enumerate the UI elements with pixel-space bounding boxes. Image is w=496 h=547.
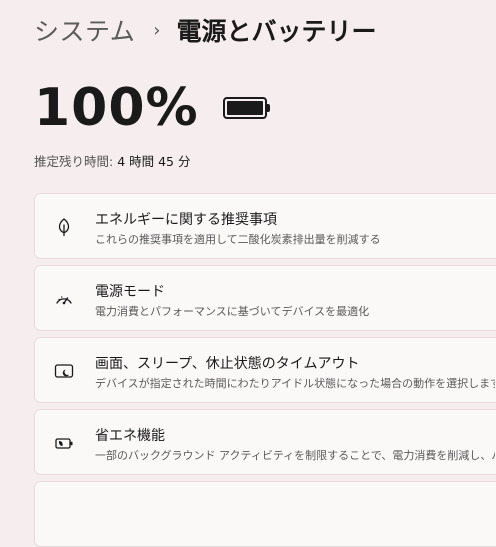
breadcrumb-system-link[interactable]: システム <box>34 12 135 48</box>
page-title: 電源とバッテリー <box>176 17 377 46</box>
screen-sleep-icon <box>53 360 75 382</box>
next-settings-card[interactable] <box>34 481 496 547</box>
energy-recommendations-description: これらの推奨事項を適用して二酸化炭素排出量を削減する <box>95 233 381 246</box>
screen-sleep-timeout-card[interactable]: 画面、スリープ、休止状態のタイムアウト デバイスが指定された時間にわたりアイドル… <box>34 337 496 403</box>
screen-sleep-timeout-title: 画面、スリープ、休止状態のタイムアウト <box>95 356 360 372</box>
battery-saver-icon <box>53 432 75 454</box>
energy-recommendations-card[interactable]: エネルギーに関する推奨事項 これらの推奨事項を適用して二酸化炭素排出量を削減する <box>34 193 496 259</box>
breadcrumb: システム › 電源とバッテリー <box>34 10 376 50</box>
remaining-time-value: 4 時間 45 分 <box>117 154 191 169</box>
screen-sleep-timeout-description: デバイスが指定された時間にわたりアイドル状態になった場合の動作を選択します <box>95 377 495 390</box>
energy-saver-title: 省エネ機能 <box>95 428 165 444</box>
gauge-icon <box>53 288 75 310</box>
leaf-icon <box>53 216 75 238</box>
energy-saver-description: 一部のバックグラウンド アクティビティを制限することで、電力消費を削減し、バッテ… <box>95 449 495 462</box>
energy-recommendations-title: エネルギーに関する推奨事項 <box>95 212 277 228</box>
battery-percent: 100% <box>34 78 199 138</box>
power-mode-description: 電力消費とパフォーマンスに基づいてデバイスを最適化 <box>95 305 370 318</box>
estimated-remaining-time: 推定残り時間: 4 時間 45 分 <box>34 151 190 170</box>
battery-icon-body <box>222 97 267 119</box>
battery-full-icon <box>222 97 270 119</box>
battery-level-fill <box>226 101 263 115</box>
battery-icon-tip <box>266 104 270 112</box>
chevron-right-icon: › <box>153 19 161 41</box>
remaining-time-label: 推定残り時間: <box>34 154 114 169</box>
battery-status: 100% <box>34 78 270 138</box>
energy-saver-card[interactable]: 省エネ機能 一部のバックグラウンド アクティビティを制限することで、電力消費を削… <box>34 409 496 475</box>
power-mode-card[interactable]: 電源モード 電力消費とパフォーマンスに基づいてデバイスを最適化 <box>34 265 496 331</box>
power-mode-title: 電源モード <box>95 284 165 300</box>
